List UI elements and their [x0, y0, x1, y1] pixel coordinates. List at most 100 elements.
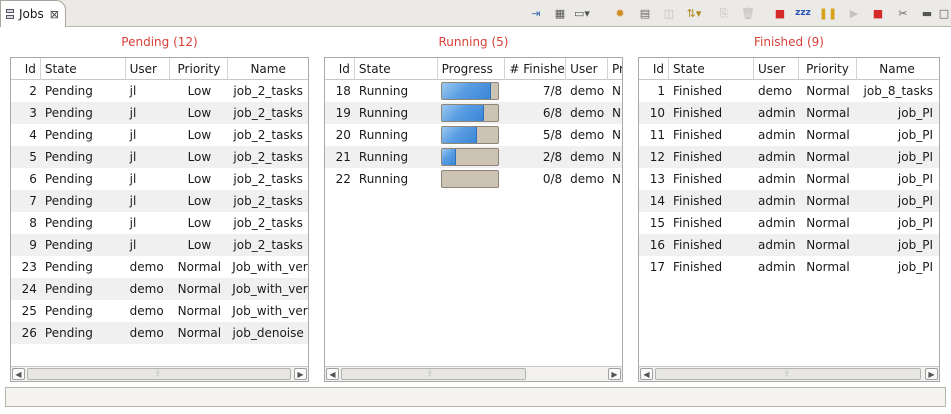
scroll-right-icon[interactable]: ▶	[925, 368, 938, 380]
jobs-icon	[4, 7, 16, 22]
job-priority-cell: Low	[187, 128, 212, 142]
job-priority-cell: Normal	[806, 194, 850, 208]
job-id-cell: 6	[29, 172, 37, 186]
sleep-icon[interactable]: zzz	[795, 5, 811, 21]
copy-icon[interactable]: ⎘	[716, 5, 732, 21]
job-priority-cell: N	[612, 150, 621, 164]
pending-table-row[interactable]: 25 Pending demo Normal Job_with_veri	[11, 300, 308, 322]
kill-job-icon[interactable]: ■	[870, 5, 886, 21]
job-name-cell: job_PI	[897, 128, 933, 142]
progress-bar	[440, 104, 499, 122]
finished-table-row[interactable]: 15 Finished admin Normal job_PI	[639, 212, 939, 234]
jobs-tab[interactable]: Jobs ⊠	[0, 0, 66, 27]
maximize-icon[interactable]: □	[936, 5, 951, 21]
job-output-icon[interactable]: ◫	[661, 5, 677, 21]
job-state-cell: Pending	[44, 260, 93, 274]
progress-bar-fill	[441, 149, 456, 165]
pending-table-row[interactable]: 4 Pending jl Low job_2_tasks	[11, 124, 308, 146]
pending-table-row[interactable]: 23 Pending demo Normal Job_with_veri	[11, 256, 308, 278]
tab-close-icon[interactable]: ⊠	[50, 8, 59, 21]
running-column-header[interactable]: # Finishe	[505, 58, 567, 80]
scroll-left-icon[interactable]: ◀	[640, 368, 653, 380]
pending-table-row[interactable]: 2 Pending jl Low job_2_tasks	[11, 80, 308, 102]
pending-table-row[interactable]: 7 Pending jl Low job_2_tasks	[11, 190, 308, 212]
pending-column-header[interactable]: Id	[11, 58, 41, 80]
finished-column-header[interactable]: State	[669, 58, 754, 80]
submit-job-icon[interactable]: ✹	[612, 5, 628, 21]
job-user-cell: demo	[570, 128, 605, 142]
finished-table-row[interactable]: 11 Finished admin Normal job_PI	[639, 124, 939, 146]
running-horizontal-scrollbar[interactable]: ◀ ⦙⦙ ▶	[325, 366, 622, 381]
running-column-header[interactable]: User	[566, 58, 609, 80]
progress-bar	[440, 148, 499, 166]
job-id-cell: 10	[649, 106, 665, 120]
job-progress-cell	[438, 102, 506, 124]
pending-table-row[interactable]: 9 Pending jl Low job_2_tasks	[11, 234, 308, 256]
running-table-row[interactable]: 18 Running 7/8 demo N	[325, 80, 622, 102]
job-priority-cell: Low	[187, 150, 212, 164]
finished-column-header[interactable]: Id	[639, 58, 669, 80]
finished-table-row[interactable]: 13 Finished admin Normal job_PI	[639, 168, 939, 190]
running-column-header[interactable]: Progress	[438, 58, 506, 80]
finished-horizontal-scrollbar[interactable]: ◀ ⦙⦙ ▶	[639, 366, 939, 381]
running-table-row[interactable]: 19 Running 6/8 demo N	[325, 102, 622, 124]
layout-dropdown-icon[interactable]: ▭▾	[574, 5, 590, 21]
running-table-row[interactable]: 22 Running 0/8 demo N	[325, 168, 622, 190]
scroll-grip-icon: ⦙⦙	[785, 369, 789, 378]
finished-table-row[interactable]: 14 Finished admin Normal job_PI	[639, 190, 939, 212]
finished-table-row[interactable]: 1 Finished demo Normal job_8_tasks	[639, 80, 939, 102]
pending-column-header[interactable]: User	[126, 58, 171, 80]
pending-table-row[interactable]: 3 Pending jl Low job_2_tasks	[11, 102, 308, 124]
pin-icon[interactable]: ⇥	[528, 5, 544, 21]
finished-column-header[interactable]: Priority	[799, 58, 857, 80]
finished-table-row[interactable]: 10 Finished admin Normal job_PI	[639, 102, 939, 124]
finished-table-row[interactable]: 17 Finished admin Normal job_PI	[639, 256, 939, 278]
job-priority-cell: Low	[187, 238, 212, 252]
delete-icon[interactable]: 🗑	[740, 5, 756, 21]
job-name-cell: job_2_tasks	[233, 238, 303, 252]
job-user-cell: admin	[758, 150, 796, 164]
running-column-header[interactable]: Id	[325, 58, 355, 80]
job-priority-cell: Normal	[806, 128, 850, 142]
disconnect-icon[interactable]: ✂	[895, 5, 911, 21]
minimize-icon[interactable]: ▬	[919, 5, 935, 21]
pending-table-row[interactable]: 24 Pending demo Normal Job_with_veri	[11, 278, 308, 300]
job-priority-cell: Normal	[806, 172, 850, 186]
pending-table-row[interactable]: 8 Pending jl Low job_2_tasks	[11, 212, 308, 234]
priority-dropdown-icon[interactable]: ⇅▾	[686, 5, 702, 21]
pending-table-row[interactable]: 5 Pending jl Low job_2_tasks	[11, 146, 308, 168]
scroll-left-icon[interactable]: ◀	[12, 368, 25, 380]
stop-icon[interactable]: ■	[772, 5, 788, 21]
job-user-cell: jl	[129, 106, 137, 120]
scroll-left-icon[interactable]: ◀	[326, 368, 339, 380]
finished-column-header[interactable]: User	[754, 58, 799, 80]
running-column-header[interactable]: State	[355, 58, 438, 80]
pending-horizontal-scrollbar[interactable]: ◀ ⦙⦙ ▶	[11, 366, 308, 381]
job-finished-tasks-cell: 6/8	[542, 106, 563, 120]
job-state-cell: Finished	[673, 194, 723, 208]
scroll-right-icon[interactable]: ▶	[294, 368, 307, 380]
grid-icon[interactable]: ▦	[552, 5, 568, 21]
running-table-row[interactable]: 21 Running 2/8 demo N	[325, 146, 622, 168]
job-priority-cell: N	[612, 84, 621, 98]
job-info-icon[interactable]: ▤	[637, 5, 653, 21]
running-column-header[interactable]: Pr	[608, 58, 622, 80]
job-state-cell: Finished	[673, 84, 723, 98]
running-table-row[interactable]: 20 Running 5/8 demo N	[325, 124, 622, 146]
pending-table-row[interactable]: 6 Pending jl Low job_2_tasks	[11, 168, 308, 190]
job-priority-cell: Low	[187, 172, 212, 186]
job-id-cell: 15	[649, 216, 665, 230]
pending-column-header[interactable]: Priority	[170, 58, 229, 80]
scroll-right-icon[interactable]: ▶	[608, 368, 621, 380]
finished-table-row[interactable]: 16 Finished admin Normal job_PI	[639, 234, 939, 256]
job-state-cell: Finished	[673, 128, 723, 142]
job-name-cell: job_PI	[897, 172, 933, 186]
pending-column-header[interactable]: State	[41, 58, 126, 80]
finished-table-row[interactable]: 12 Finished admin Normal job_PI	[639, 146, 939, 168]
pending-column-header[interactable]: Name	[228, 58, 308, 80]
job-priority-cell: Low	[187, 84, 212, 98]
resume-icon[interactable]: ▶	[846, 5, 862, 21]
finished-column-header[interactable]: Name	[857, 58, 937, 80]
pending-table-row[interactable]: 26 Pending demo Normal job_denoise	[11, 322, 308, 344]
pause-icon[interactable]: ❚❚	[819, 5, 837, 21]
